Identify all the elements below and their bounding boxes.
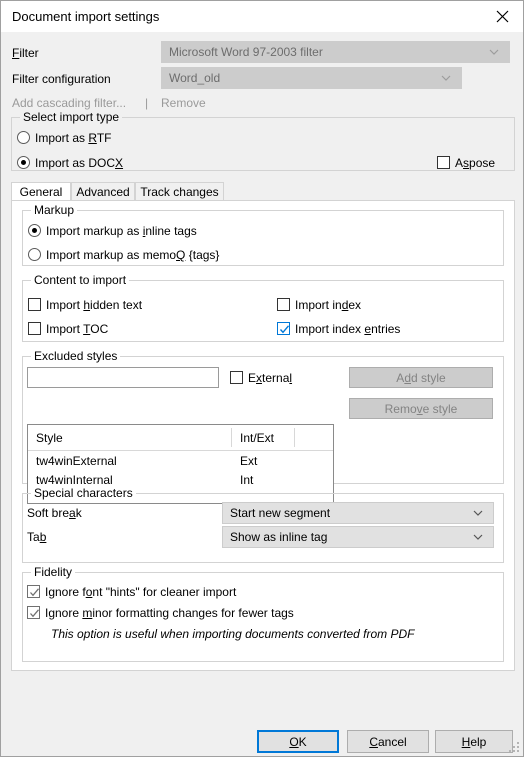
filter-dropdown-value: Microsoft Word 97-2003 filter [169, 45, 323, 59]
tab-general[interactable]: General [11, 182, 71, 201]
cancel-button-label: Cancel [369, 734, 407, 749]
radio-import-as-docx-label: Import as DOCX [35, 156, 124, 170]
add-style-button-label: Add style [396, 370, 446, 385]
checkbox-ignore-font-hints-label: Ignore font "hints" for cleaner import [45, 585, 237, 599]
dialog-footer: OK Cancel Help [1, 720, 523, 756]
help-button-label: Help [461, 734, 487, 749]
radio-markup-inline-tags[interactable] [28, 224, 41, 237]
resize-grip-icon[interactable] [509, 742, 522, 755]
excluded-styles-list-header: Style Int/Ext [28, 425, 333, 451]
ok-button[interactable]: OK [257, 730, 339, 753]
filter-label: Filter [12, 46, 39, 60]
cell-int-ext: Int [240, 472, 254, 487]
excluded-styles-title: Excluded styles [31, 349, 121, 363]
link-separator: | [145, 96, 149, 110]
chevron-down-icon [437, 75, 461, 82]
radio-import-as-rtf-label: Import as RTF [35, 131, 112, 145]
remove-filter-link[interactable]: Remove [161, 96, 206, 110]
special-characters-title: Special characters [31, 486, 136, 500]
radio-import-as-docx[interactable] [17, 156, 30, 169]
tab-track-changes[interactable]: Track changes [135, 182, 224, 200]
select-import-type-title: Select import type [20, 110, 123, 124]
checkbox-import-hidden-text-label: Import hidden text [46, 298, 143, 312]
checkbox-import-toc-label: Import TOC [46, 322, 109, 336]
soft-break-value: Start new segment [230, 506, 331, 520]
checkbox-aspose[interactable] [437, 156, 450, 169]
checkbox-external[interactable] [230, 371, 243, 384]
checkbox-import-index-entries[interactable] [277, 322, 290, 335]
dialog-body: Filter Microsoft Word 97-2003 filter Fil… [1, 32, 523, 720]
markup-group-title: Markup [31, 203, 78, 217]
help-button[interactable]: Help [435, 730, 513, 753]
filter-configuration-dropdown[interactable]: Word_old [161, 67, 462, 89]
tab-char-label: Tab [27, 530, 47, 544]
column-header-style[interactable]: Style [28, 425, 231, 450]
chevron-down-icon [469, 534, 493, 541]
soft-break-label: Soft break [27, 506, 82, 520]
checkbox-import-hidden-text[interactable] [28, 298, 41, 311]
remove-style-button-label: Remove style [384, 401, 458, 416]
tab-char-dropdown[interactable]: Show as inline tag [222, 526, 494, 548]
radio-markup-memoq-tags[interactable] [28, 248, 41, 261]
fidelity-note: This option is useful when importing doc… [51, 627, 415, 641]
add-cascading-filter-link[interactable]: Add cascading filter... [12, 96, 126, 110]
cell-style-name: tw4winExternal [36, 453, 117, 468]
chevron-down-icon [469, 510, 493, 517]
checkbox-import-index-entries-label: Import index entries [295, 322, 401, 336]
checkbox-aspose-label: Aspose [455, 156, 496, 170]
soft-break-dropdown[interactable]: Start new segment [222, 502, 494, 524]
radio-markup-inline-tags-label: Import markup as inline tags [46, 224, 197, 238]
column-header-int-ext[interactable]: Int/Ext [232, 425, 294, 450]
close-icon[interactable] [479, 1, 523, 32]
filter-dropdown[interactable]: Microsoft Word 97-2003 filter [161, 41, 510, 63]
table-row[interactable]: tw4winExternal Ext [28, 451, 333, 470]
content-to-import-title: Content to import [31, 273, 130, 287]
cancel-button[interactable]: Cancel [347, 730, 429, 753]
checkbox-ignore-minor-formatting[interactable] [27, 606, 40, 619]
window-title: Document import settings [12, 9, 160, 24]
add-style-button[interactable]: Add style [349, 367, 493, 388]
radio-markup-memoq-tags-label: Import markup as memoQ {tags} [46, 248, 220, 262]
cell-int-ext: Ext [240, 453, 258, 468]
tab-char-value: Show as inline tag [230, 530, 328, 544]
ok-button-label: OK [289, 734, 307, 749]
checkbox-import-toc[interactable] [28, 322, 41, 335]
checkbox-ignore-font-hints[interactable] [27, 585, 40, 598]
radio-import-as-rtf[interactable] [17, 131, 30, 144]
tab-strip: General Advanced Track changes [11, 182, 515, 201]
document-import-settings-dialog: Document import settings Filter Microsof… [0, 0, 524, 757]
checkbox-import-index[interactable] [277, 298, 290, 311]
filter-configuration-label: Filter configuration [12, 72, 111, 86]
remove-style-button[interactable]: Remove style [349, 398, 493, 419]
checkbox-import-index-label: Import index [295, 298, 362, 312]
tab-advanced[interactable]: Advanced [71, 182, 135, 200]
chevron-down-icon [485, 49, 509, 56]
checkbox-external-label: External [248, 371, 293, 385]
fidelity-title: Fidelity [31, 565, 76, 579]
excluded-style-input[interactable] [27, 367, 219, 388]
checkbox-ignore-minor-formatting-label: Ignore minor formatting changes for fewe… [45, 606, 294, 620]
title-bar: Document import settings [1, 1, 523, 32]
filter-configuration-value: Word_old [169, 71, 221, 85]
